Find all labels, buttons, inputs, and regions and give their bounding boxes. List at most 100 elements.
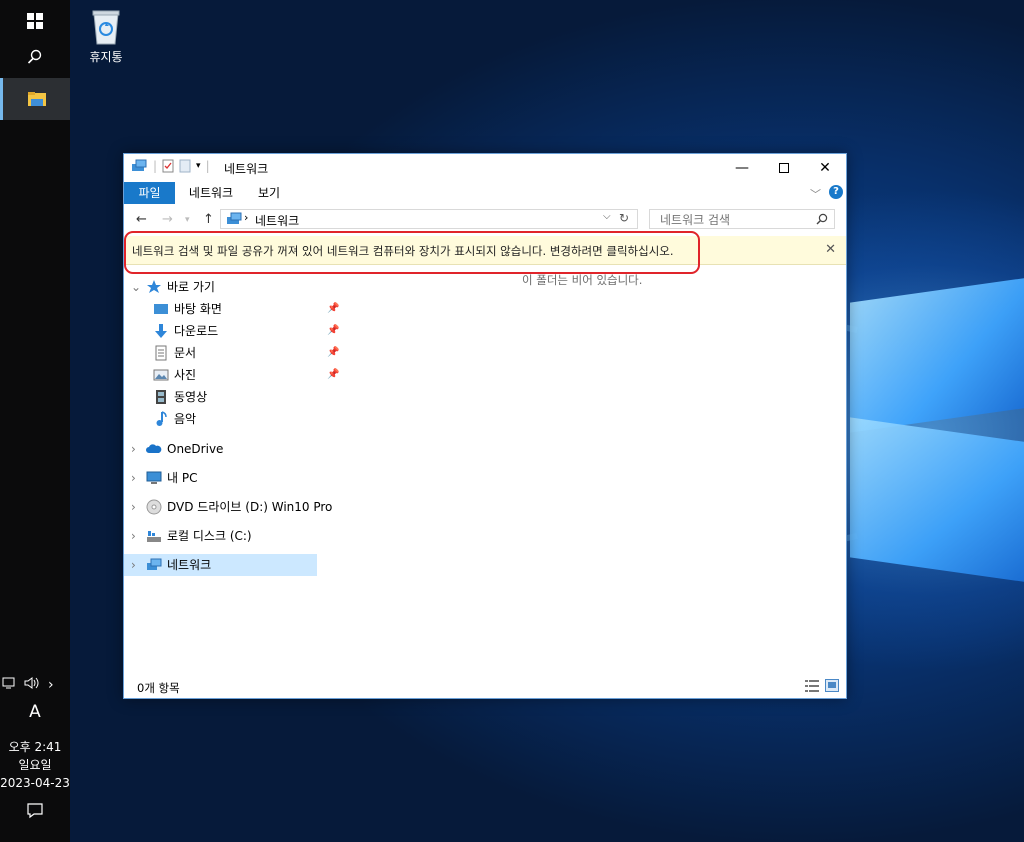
clock-date: 2023-04-23	[0, 776, 70, 790]
computer-icon	[146, 471, 162, 484]
search-icon	[816, 213, 828, 225]
recycle-bin-shortcut[interactable]: 휴지통	[78, 6, 134, 65]
desktop-icon	[154, 304, 168, 314]
expand-chevron-icon[interactable]: ›	[131, 554, 143, 576]
window-title: 네트워크	[224, 162, 269, 176]
forward-arrow-icon[interactable]: →	[162, 212, 173, 227]
expand-chevron-icon[interactable]: ›	[131, 467, 143, 489]
windows-start-icon	[27, 13, 43, 29]
new-folder-icon[interactable]	[179, 159, 191, 173]
network-icon	[147, 558, 162, 570]
expand-chevron-icon[interactable]: ›	[131, 525, 143, 547]
nav-label: DVD 드라이브 (D:) Win10 Pro	[167, 500, 333, 514]
nav-quick-item-music[interactable]: 음악	[153, 408, 318, 430]
empty-folder-message: 이 폴더는 비어 있습니다.	[522, 273, 643, 287]
nav-quick-item-desktop[interactable]: 바탕 화면 📌	[153, 298, 339, 320]
back-arrow-icon[interactable]: ←	[136, 212, 147, 227]
music-note-icon	[156, 411, 167, 426]
address-bar[interactable]: › 네트워크 ⌵ ↻	[220, 209, 638, 229]
start-button[interactable]	[0, 2, 70, 40]
nav-label: 사진	[174, 368, 197, 382]
nav-quick-item-downloads[interactable]: 다운로드 📌	[153, 320, 339, 342]
pin-icon: 📌	[327, 303, 340, 314]
details-view-icon[interactable]	[805, 680, 819, 692]
nav-label: 다운로드	[174, 324, 219, 338]
maximize-button[interactable]	[763, 154, 805, 182]
taskbar-clock[interactable]: 오후 2:41 일요일 2023-04-23	[0, 738, 70, 792]
onedrive-cloud-icon	[146, 444, 162, 453]
recycle-bin-icon	[90, 8, 122, 46]
quick-access-toolbar: | ▾ |	[130, 159, 210, 173]
hard-drive-icon	[147, 531, 161, 542]
nav-quick-item-pictures[interactable]: 사진 📌	[153, 364, 339, 386]
title-bar[interactable]: | ▾ | 네트워크 — ✕	[124, 154, 846, 182]
tab-network[interactable]: 네트워크	[182, 182, 240, 204]
download-arrow-icon	[155, 324, 167, 338]
collapse-chevron-icon[interactable]: ⌄	[131, 276, 143, 298]
nav-local-disk[interactable]: › 로컬 디스크 (C:)	[131, 525, 252, 547]
tab-view[interactable]: 보기	[248, 182, 290, 204]
star-icon	[147, 280, 161, 293]
address-history-dropdown-icon[interactable]: ⌵	[603, 211, 611, 222]
recycle-bin-label: 휴지통	[89, 50, 123, 64]
refresh-icon[interactable]: ↻	[619, 211, 629, 225]
nav-label: 음악	[174, 412, 197, 426]
nav-label: 네트워크	[167, 558, 212, 572]
search-icon	[27, 49, 42, 64]
file-explorer-taskbar-button[interactable]	[0, 78, 70, 120]
customize-toolbar-dropdown-icon[interactable]: ▾	[196, 161, 201, 171]
properties-icon[interactable]	[162, 159, 174, 173]
expand-chevron-icon[interactable]: ›	[131, 496, 143, 518]
input-method-indicator[interactable]: A	[0, 702, 70, 722]
nav-this-pc[interactable]: › 내 PC	[131, 467, 198, 489]
network-folder-icon	[132, 159, 147, 171]
nav-label: 동영상	[174, 390, 208, 404]
expand-chevron-icon[interactable]: ›	[131, 438, 143, 460]
nav-label: OneDrive	[167, 442, 224, 456]
navigation-pane: ⌄ 바로 가기 바탕 화면 📌 다운로드 📌 문서 📌 사진 📌 동영상 음악 …	[124, 272, 339, 666]
nav-label: 바로 가기	[167, 280, 215, 294]
nav-quick-item-documents[interactable]: 문서 📌	[153, 342, 339, 364]
windows-logo-pane	[850, 277, 1024, 433]
volume-icon[interactable]	[24, 676, 40, 694]
file-explorer-window: | ▾ | 네트워크 — ✕ 파일 네트워크 보기 ﹀ ? ← → ▾ ↑ › …	[123, 153, 847, 699]
item-count: 0개 항목	[137, 681, 180, 695]
action-center-button[interactable]	[0, 798, 70, 824]
breadcrumb-network[interactable]: 네트워크	[255, 212, 299, 229]
show-hidden-icons-chevron-icon[interactable]: ›	[48, 677, 54, 693]
expand-ribbon-chevron-icon[interactable]: ﹀	[810, 186, 821, 202]
network-status-icon[interactable]	[2, 676, 16, 694]
search-input[interactable]	[658, 211, 812, 229]
nav-network[interactable]: › 네트워크	[124, 554, 317, 576]
system-tray: ›	[2, 676, 68, 694]
close-button[interactable]: ✕	[804, 154, 846, 182]
taskbar: › A 오후 2:41 일요일 2023-04-23	[0, 0, 70, 842]
nav-quick-access[interactable]: ⌄ 바로 가기	[131, 276, 215, 298]
nav-label: 내 PC	[167, 471, 198, 485]
dvd-disc-icon	[146, 499, 162, 515]
breadcrumb-separator-icon[interactable]: ›	[244, 211, 248, 224]
tab-file[interactable]: 파일	[124, 182, 175, 204]
nav-dvd-drive[interactable]: › DVD 드라이브 (D:) Win10 Pro	[131, 496, 333, 518]
clock-weekday: 일요일	[18, 758, 52, 772]
close-icon: ✕	[819, 160, 831, 176]
notification-icon	[27, 803, 43, 819]
help-icon[interactable]: ?	[829, 185, 843, 199]
large-icons-view-icon[interactable]	[825, 679, 839, 692]
pin-icon: 📌	[327, 325, 340, 336]
document-icon	[155, 345, 167, 361]
nav-onedrive[interactable]: › OneDrive	[131, 438, 224, 460]
info-bar-close-icon[interactable]: ✕	[825, 242, 836, 257]
pin-icon: 📌	[327, 369, 340, 380]
network-location-icon	[227, 212, 242, 224]
recent-locations-dropdown-icon[interactable]: ▾	[185, 215, 190, 225]
nav-label: 바탕 화면	[174, 302, 222, 316]
windows-logo-pane	[850, 417, 1024, 583]
minimize-button[interactable]: —	[721, 154, 763, 182]
clock-time: 오후 2:41	[8, 740, 62, 754]
annotation-highlight-outline	[124, 231, 700, 274]
search-button[interactable]	[0, 38, 70, 76]
nav-quick-item-videos[interactable]: 동영상	[153, 386, 318, 408]
search-box[interactable]	[649, 209, 835, 229]
up-arrow-icon[interactable]: ↑	[203, 212, 214, 227]
